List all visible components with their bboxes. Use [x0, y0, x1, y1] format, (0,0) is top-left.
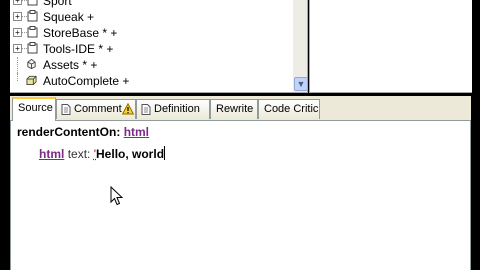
- tab-label: Source: [18, 102, 53, 114]
- tab-label: Comment: [74, 103, 122, 115]
- expand-icon[interactable]: +: [13, 12, 22, 21]
- tree-item[interactable]: + Tools-IDE * +: [10, 41, 307, 57]
- tab-definition[interactable]: Definition: [136, 99, 210, 119]
- warning-icon: [122, 103, 134, 115]
- text-caret: [164, 146, 166, 160]
- expand-icon[interactable]: +: [13, 28, 22, 37]
- tree-item-label: Squeak +: [43, 10, 95, 24]
- tab-code-critic[interactable]: Code Critic: [258, 99, 320, 119]
- right-margin: [471, 0, 480, 270]
- mouse-pointer-icon: [110, 186, 124, 206]
- editor-tab-bar: Source Comment Definition Rewrite Code C…: [10, 96, 471, 121]
- tree-item-label: StoreBase * +: [43, 26, 118, 40]
- tree-item[interactable]: Assets * +: [10, 57, 307, 73]
- source-editor[interactable]: renderContentOn: html html text: 'Hello,…: [10, 121, 471, 270]
- tab-source[interactable]: Source: [12, 97, 56, 121]
- package-icon: [27, 0, 38, 6]
- tab-label: Rewrite: [216, 103, 254, 115]
- tree-item[interactable]: AutoComplete +: [10, 73, 307, 89]
- tree-item[interactable]: + Squeak +: [10, 9, 307, 25]
- tree-item-label: AutoComplete +: [43, 74, 130, 88]
- expand-icon[interactable]: +: [13, 44, 22, 53]
- tree-item-label: Tools-IDE * +: [43, 42, 114, 56]
- package-tree[interactable]: + Sport + Squeak + + StoreBase * + + Too…: [10, 0, 308, 93]
- package-icon: [27, 10, 38, 22]
- tab-comment[interactable]: Comment: [56, 99, 136, 119]
- package-icon: [27, 42, 38, 54]
- method-signature: renderContentOn: html: [17, 125, 149, 139]
- method-argument: html: [123, 125, 150, 139]
- tree-item-label: Assets * +: [43, 58, 98, 72]
- left-margin: [0, 0, 10, 270]
- string-literal: Hello, world: [96, 147, 165, 161]
- class-list-pane[interactable]: [309, 0, 472, 93]
- code-statement: html text: 'Hello, world: [39, 146, 166, 161]
- tab-label: Definition: [154, 103, 200, 115]
- doc-icon: [61, 104, 71, 115]
- tree-item[interactable]: + StoreBase * +: [10, 25, 307, 41]
- scroll-down-icon[interactable]: ▼: [294, 77, 307, 91]
- tree-item-label: Sport: [43, 0, 72, 8]
- tree-scrollbar[interactable]: ▼: [293, 0, 307, 92]
- tab-rewrite[interactable]: Rewrite: [210, 99, 258, 119]
- doc-icon: [141, 104, 151, 115]
- method-selector: renderContentOn:: [17, 125, 121, 139]
- tree-item[interactable]: + Sport: [10, 0, 307, 9]
- package-icon: [27, 26, 38, 38]
- receiver: html: [39, 147, 65, 161]
- tab-label: Code Critic: [264, 103, 319, 115]
- bundle-icon: [27, 58, 36, 70]
- expand-icon[interactable]: +: [13, 0, 22, 5]
- bundle-icon: [26, 75, 37, 86]
- message-keyword: text:: [67, 147, 91, 161]
